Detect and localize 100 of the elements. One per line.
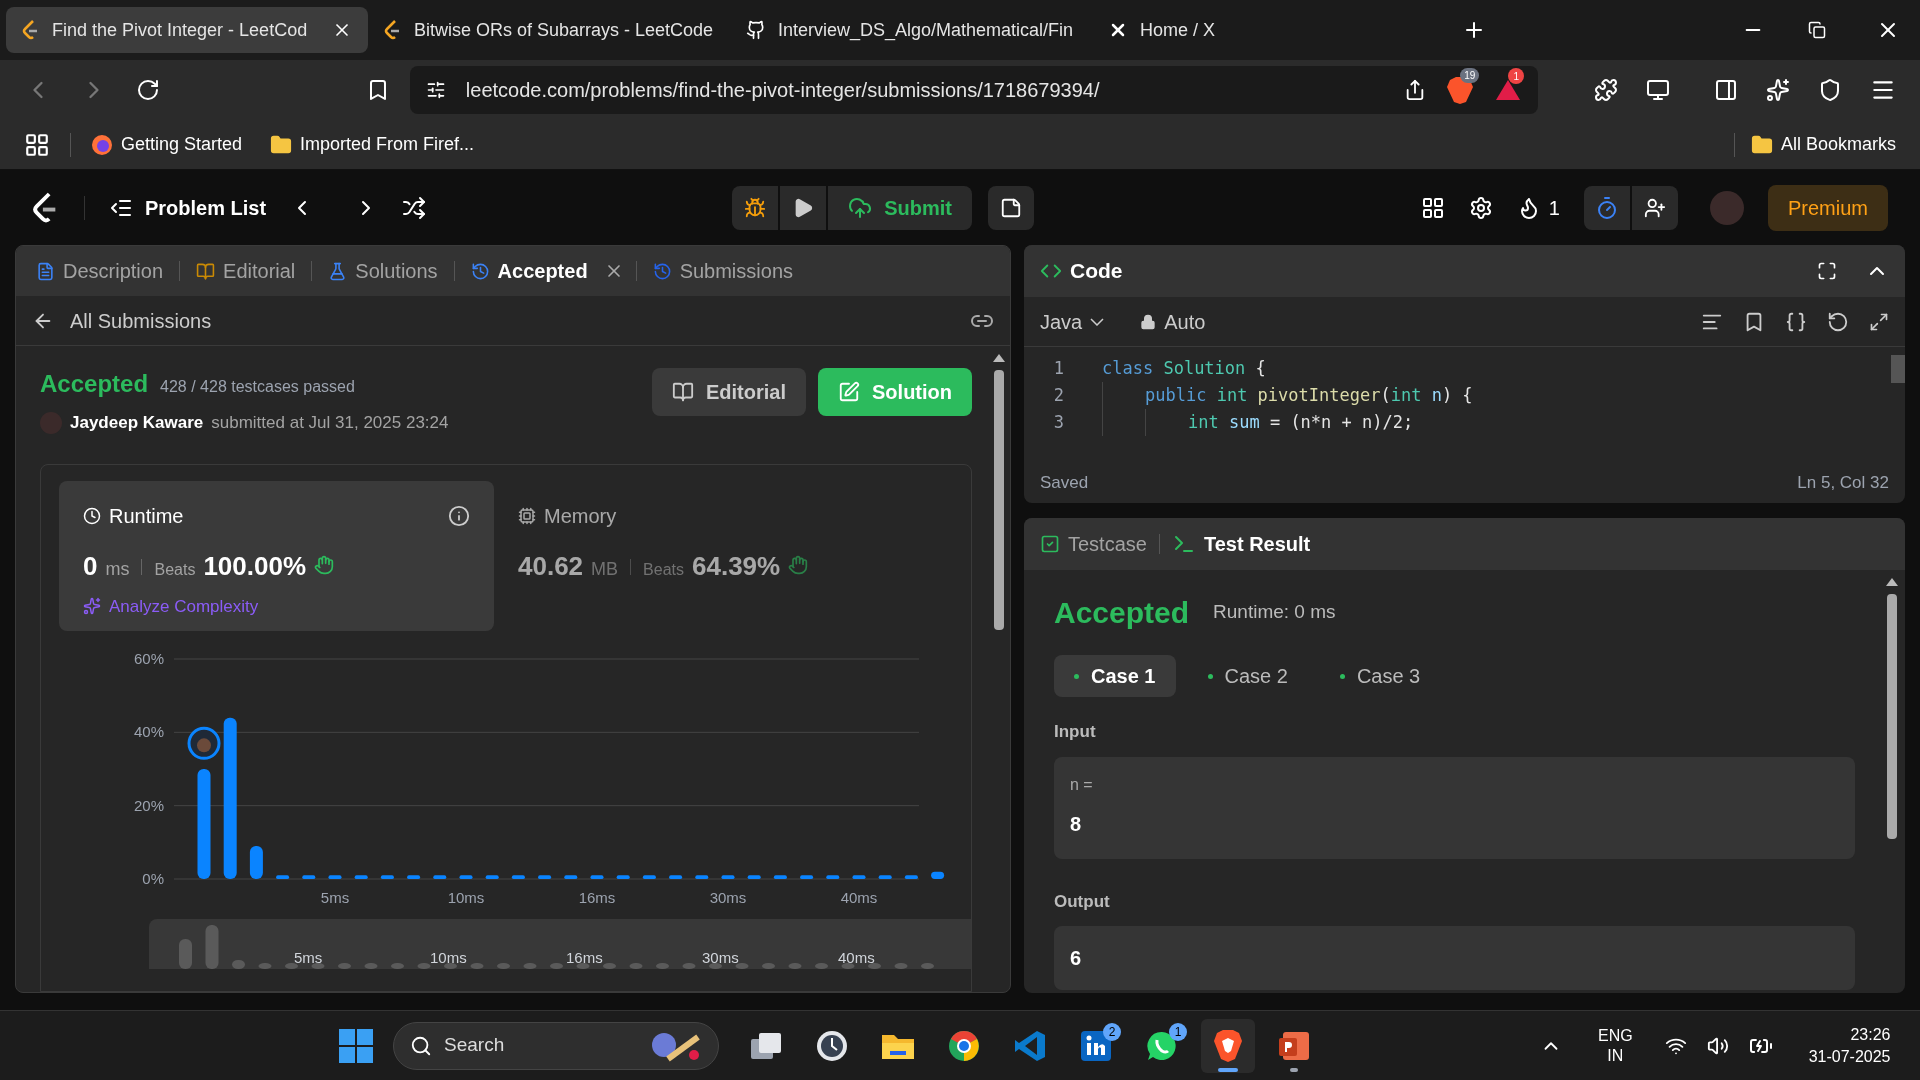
bookmark-item[interactable]: All Bookmarks: [1750, 131, 1896, 158]
axis-label: 16ms: [566, 948, 603, 967]
browser-tab[interactable]: Home / X: [1092, 7, 1454, 53]
braces-icon[interactable]: [1785, 310, 1807, 333]
premium-button[interactable]: Premium: [1768, 184, 1888, 231]
bar[interactable]: [826, 874, 840, 879]
scrollbar[interactable]: [1891, 355, 1905, 383]
bar[interactable]: [302, 874, 316, 879]
bar[interactable]: [721, 874, 735, 879]
bar[interactable]: [669, 874, 683, 879]
browser-tab[interactable]: Bitwise ORs of Subarrays - LeetCode: [368, 7, 730, 53]
debug-button[interactable]: [732, 185, 779, 230]
flask-icon: [328, 261, 348, 281]
bar[interactable]: [642, 874, 656, 879]
bar[interactable]: [590, 874, 604, 879]
input-value: 8: [1070, 811, 1083, 837]
clock[interactable]: 23:26 31-07-2025: [1808, 1023, 1891, 1068]
extensions-icon[interactable]: [1594, 78, 1619, 102]
bar[interactable]: [878, 874, 892, 879]
start-icon[interactable]: [339, 1028, 373, 1063]
panel-tab[interactable]: Accepted: [466, 256, 592, 286]
reload-icon[interactable]: [135, 78, 160, 102]
panel-tab[interactable]: Submissions: [648, 256, 797, 286]
bar[interactable]: [511, 874, 525, 879]
info-icon[interactable]: [448, 504, 470, 527]
chart-overview[interactable]: 5ms 10ms 16ms 30ms 40ms: [149, 918, 971, 969]
timer-button[interactable]: [1584, 185, 1630, 230]
folder-icon: [270, 133, 293, 156]
notes-button[interactable]: [987, 185, 1034, 230]
case-tab[interactable]: Case 2: [1187, 655, 1308, 697]
bar[interactable]: [459, 874, 473, 879]
bar[interactable]: [249, 845, 263, 879]
bar[interactable]: [485, 874, 499, 879]
search-field[interactable]: Search: [393, 1021, 719, 1070]
bar[interactable]: [276, 874, 290, 879]
all-submissions-link[interactable]: All Submissions: [70, 305, 212, 336]
taskbar-app[interactable]: 2: [1069, 1018, 1123, 1073]
metric-card[interactable]: Memory 40.62 MB Beats 64.39%: [494, 480, 929, 631]
bar[interactable]: [564, 874, 578, 879]
code-logo-icon: [22, 20, 40, 40]
language-dropdown[interactable]: Java: [1040, 306, 1105, 337]
bar[interactable]: [433, 874, 447, 879]
taskbar-app[interactable]: 1: [1135, 1018, 1189, 1073]
taskbar-app[interactable]: [1201, 1018, 1255, 1073]
bar[interactable]: [328, 874, 342, 879]
site-settings-icon[interactable]: [425, 80, 446, 100]
restore-icon[interactable]: [1808, 21, 1826, 39]
bookmark-item[interactable]: Getting Started: [91, 131, 243, 158]
panel-tab[interactable]: Editorial: [192, 256, 300, 286]
submit-button[interactable]: Submit: [828, 185, 972, 230]
metric-value: 40.62: [518, 549, 584, 583]
settings-icon[interactable]: [1468, 195, 1493, 220]
bar[interactable]: [223, 717, 237, 879]
shuffle-icon[interactable]: [402, 195, 427, 220]
fullscreen-icon[interactable]: [1817, 261, 1837, 281]
bar[interactable]: [747, 874, 761, 879]
bar[interactable]: [380, 874, 394, 879]
browser-tab[interactable]: Find the Pivot Integer - LeetCod: [6, 7, 368, 53]
panel-tab[interactable]: Description: [32, 256, 168, 286]
streak-counter[interactable]: 1: [1516, 192, 1560, 223]
tab-title: Bitwise ORs of Subarrays - LeetCode: [414, 18, 714, 42]
run-button[interactable]: [780, 185, 827, 230]
bar[interactable]: [800, 874, 814, 879]
user-name[interactable]: Jaydeep Kaware: [70, 410, 204, 436]
bar[interactable]: [773, 874, 787, 879]
case-tab[interactable]: Case 3: [1319, 655, 1441, 697]
editorial-button[interactable]: Editorial: [652, 368, 806, 416]
browser-tab[interactable]: Interview_DS_Algo/Mathematical/Fin: [730, 7, 1092, 53]
bar[interactable]: [931, 871, 945, 879]
sparkle-icon[interactable]: [1766, 78, 1791, 102]
problem-list-button[interactable]: Problem List: [109, 192, 267, 223]
bar[interactable]: [538, 874, 552, 879]
screen-icon[interactable]: [1646, 78, 1671, 102]
language-indicator[interactable]: ENG IN: [1598, 1025, 1633, 1066]
bar[interactable]: [904, 874, 918, 879]
bar[interactable]: [616, 874, 630, 879]
mode-selector[interactable]: Auto: [1140, 306, 1206, 337]
expand-icon[interactable]: [1869, 311, 1889, 332]
axis-label: 30ms: [709, 888, 747, 906]
reset-icon[interactable]: [1827, 310, 1849, 333]
bar[interactable]: [695, 874, 709, 879]
metric-value: 0: [83, 549, 98, 583]
edit-icon: [838, 381, 860, 403]
panel-tab[interactable]: Test Result: [1171, 529, 1311, 559]
upload-icon: [848, 195, 873, 220]
bar[interactable]: [354, 874, 368, 879]
metric-card[interactable]: Runtime 0 ms Beats 100.00% Analyze Complexity: [59, 480, 494, 631]
address-bar[interactable]: leetcode.com/problems/find-the-pivot-integer/submissions/1718679394/ 19 1: [409, 66, 1539, 114]
invite-button[interactable]: [1632, 185, 1678, 230]
bar[interactable]: [407, 874, 421, 879]
sidebar-icon[interactable]: [1714, 78, 1739, 102]
apps-grid-icon[interactable]: [24, 131, 50, 158]
clap-icon: [788, 554, 809, 575]
layout-icon[interactable]: [1420, 195, 1445, 220]
bookmark-item[interactable]: Imported From Firef...: [270, 131, 475, 158]
panel-tab[interactable]: Solutions: [324, 256, 442, 286]
case-tab[interactable]: Case 1: [1054, 655, 1176, 697]
bar[interactable]: [852, 874, 866, 879]
bar[interactable]: [197, 768, 211, 879]
panel-tab[interactable]: Testcase: [1040, 529, 1147, 559]
